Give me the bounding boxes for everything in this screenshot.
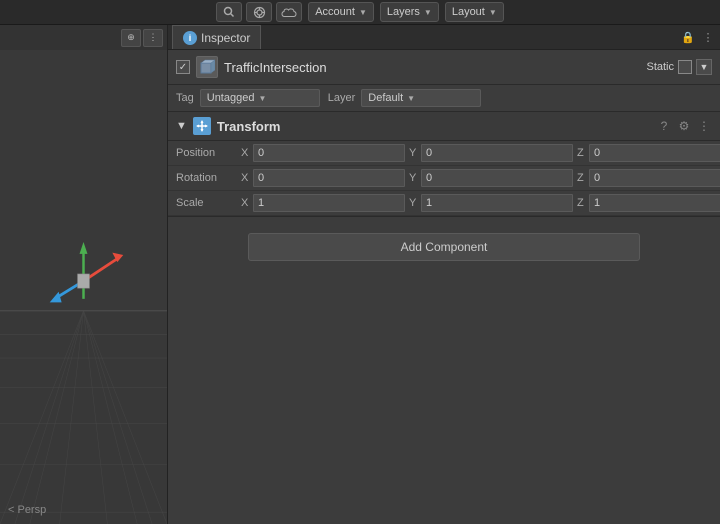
transform-fields: Position X Y Z xyxy=(168,141,720,217)
transform-header: ▼ Transform ? ⚙ ⋮ xyxy=(168,112,720,141)
rotation-y-input[interactable] xyxy=(421,169,573,187)
search-button[interactable] xyxy=(216,2,242,22)
gameobject-icon xyxy=(196,56,218,78)
toolbar-left xyxy=(216,2,302,22)
position-x-axis: X xyxy=(241,147,251,159)
static-section: Static ▼ xyxy=(646,59,712,75)
rotation-y-field: Y xyxy=(409,169,573,187)
layers-dropdown[interactable]: Layers ▼ xyxy=(380,2,439,22)
scale-x-axis: X xyxy=(241,197,251,209)
scale-y-axis: Y xyxy=(409,197,419,209)
layout-dropdown[interactable]: Layout ▼ xyxy=(445,2,504,22)
tag-chevron-icon: ▼ xyxy=(258,94,266,103)
layers-chevron-icon: ▼ xyxy=(424,8,432,17)
position-z-axis: Z xyxy=(577,147,587,159)
transform-actions: ? ⚙ ⋮ xyxy=(656,118,712,134)
tag-dropdown[interactable]: Untagged ▼ xyxy=(200,89,320,107)
add-component-button[interactable]: Add Component xyxy=(248,233,640,261)
viewport: ⊕ ⋮ xyxy=(0,25,168,524)
layer-dropdown[interactable]: Default ▼ xyxy=(361,89,481,107)
rotation-z-input[interactable] xyxy=(589,169,720,187)
position-y-input[interactable] xyxy=(421,144,573,162)
scale-x-field: X xyxy=(241,194,405,212)
viewport-toolbar: ⊕ ⋮ xyxy=(0,25,167,50)
scale-z-axis: Z xyxy=(577,197,587,209)
gameobject-enabled-checkbox[interactable] xyxy=(176,60,190,74)
layer-chevron-icon: ▼ xyxy=(407,94,415,103)
scale-row: Scale X Y Z xyxy=(168,191,720,216)
inspector-tab-label: Inspector xyxy=(201,31,250,45)
transform-name: Transform xyxy=(217,119,650,134)
inspector-info-icon: i xyxy=(183,31,197,45)
transform-icon xyxy=(193,117,211,135)
rotation-x-field: X xyxy=(241,169,405,187)
tag-layer-row: Tag Untagged ▼ Layer Default ▼ xyxy=(168,85,720,112)
layout-chevron-icon: ▼ xyxy=(489,8,497,17)
position-z-field: Z xyxy=(577,144,720,162)
rotation-y-axis: Y xyxy=(409,172,419,184)
rotation-x-axis: X xyxy=(241,172,251,184)
viewport-icon-2[interactable]: ⋮ xyxy=(143,29,163,47)
scale-x-input[interactable] xyxy=(253,194,405,212)
layer-value: Default xyxy=(368,92,403,104)
account-chevron-icon: ▼ xyxy=(359,8,367,17)
scale-y-input[interactable] xyxy=(421,194,573,212)
top-bar: Account ▼ Layers ▼ Layout ▼ xyxy=(0,0,720,25)
lock-icon[interactable]: 🔒 xyxy=(680,29,696,45)
rotation-label: Rotation xyxy=(176,172,241,184)
add-component-section: Add Component xyxy=(168,217,720,277)
layer-section: Layer Default ▼ xyxy=(328,89,482,107)
rotation-xyz: X Y Z xyxy=(241,169,720,187)
main-area: ⊕ ⋮ xyxy=(0,25,720,524)
rotation-z-axis: Z xyxy=(577,172,587,184)
rotation-row: Rotation X Y Z xyxy=(168,166,720,191)
position-y-axis: Y xyxy=(409,147,419,159)
transform-help-icon[interactable]: ? xyxy=(656,118,672,134)
inspector-panel: i Inspector 🔒 ⋮ TrafficInte xyxy=(168,25,720,524)
transform-more-icon[interactable]: ⋮ xyxy=(696,118,712,134)
position-row: Position X Y Z xyxy=(168,141,720,166)
static-checkbox[interactable] xyxy=(678,60,692,74)
tag-value: Untagged xyxy=(207,92,255,104)
persp-label: < Persp xyxy=(8,504,46,516)
position-xyz: X Y Z xyxy=(241,144,720,162)
account-dropdown[interactable]: Account ▼ xyxy=(308,2,374,22)
fx-button[interactable] xyxy=(246,2,272,22)
scale-z-field: Z xyxy=(577,194,720,212)
gameobject-header: TrafficIntersection Static ▼ xyxy=(168,50,720,85)
inspector-more-icon[interactable]: ⋮ xyxy=(700,29,716,45)
scale-xyz: X Y Z xyxy=(241,194,720,212)
tag-section: Tag Untagged ▼ xyxy=(176,89,320,107)
tab-right-icons: 🔒 ⋮ xyxy=(680,29,716,45)
tab-bar: i Inspector 🔒 ⋮ xyxy=(168,25,720,50)
viewport-icon-1[interactable]: ⊕ xyxy=(121,29,141,47)
position-x-field: X xyxy=(241,144,405,162)
transform-toggle[interactable]: ▼ xyxy=(176,120,187,132)
rotation-z-field: Z xyxy=(577,169,720,187)
tag-label: Tag xyxy=(176,92,194,104)
scale-z-input[interactable] xyxy=(589,194,720,212)
viewport-canvas[interactable]: < Persp xyxy=(0,50,167,524)
scale-y-field: Y xyxy=(409,194,573,212)
transform-settings-icon[interactable]: ⚙ xyxy=(676,118,692,134)
scale-label: Scale xyxy=(176,197,241,209)
gameobject-name: TrafficIntersection xyxy=(224,60,640,75)
static-dropdown[interactable]: ▼ xyxy=(696,59,712,75)
cloud-button[interactable] xyxy=(276,2,302,22)
position-x-input[interactable] xyxy=(253,144,405,162)
position-z-input[interactable] xyxy=(589,144,720,162)
layer-label: Layer xyxy=(328,92,356,104)
static-label: Static xyxy=(646,61,674,73)
position-label: Position xyxy=(176,147,241,159)
position-y-field: Y xyxy=(409,144,573,162)
inspector-content: TrafficIntersection Static ▼ Tag Untagge… xyxy=(168,50,720,524)
inspector-tab[interactable]: i Inspector xyxy=(172,25,261,49)
rotation-x-input[interactable] xyxy=(253,169,405,187)
